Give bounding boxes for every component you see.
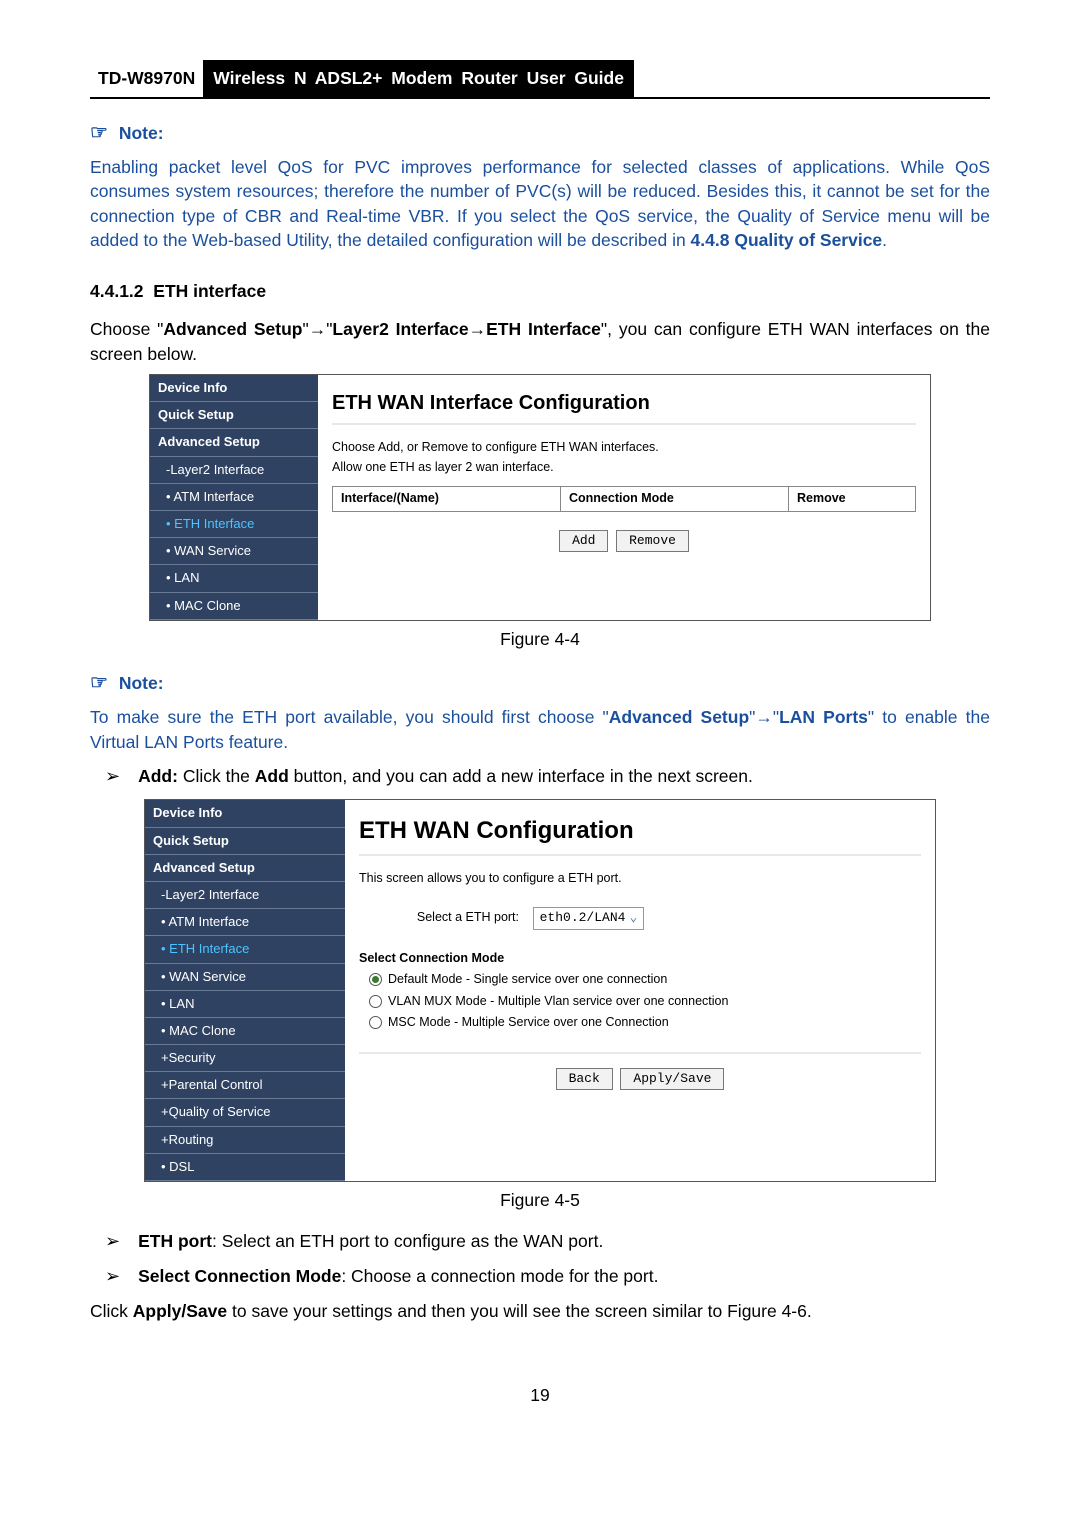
figure-caption: Figure 4-4 (90, 627, 990, 652)
pointing-hand-icon: ☞ (90, 122, 108, 144)
nav-item[interactable]: • DSL (145, 1154, 345, 1181)
panel-desc: This screen allows you to configure a ET… (359, 870, 921, 888)
section-number: 4.4.1.2 (90, 281, 144, 301)
select-mode-bullet: ➢ Select Connection Mode: Choose a conne… (105, 1264, 990, 1289)
arrow-icon: → (469, 319, 487, 339)
select-eth-label: Select a ETH port: (359, 909, 529, 927)
radio-msc-mode[interactable] (369, 1016, 382, 1029)
divider (359, 1052, 921, 1054)
nav-menu: Device Info Quick Setup Advanced Setup -… (145, 800, 345, 1181)
nav-item[interactable]: Device Info (150, 375, 318, 402)
triangle-bullet-icon: ➢ (105, 1264, 120, 1289)
intro-paragraph: Choose "Advanced Setup"→"Layer2 Interfac… (90, 317, 990, 366)
mode-header: Select Connection Mode (359, 950, 921, 968)
nav-item[interactable]: -Layer2 Interface (150, 457, 318, 484)
model-label: TD-W8970N (90, 62, 203, 95)
eth-port-select[interactable]: eth0.2/LAN4⌄ (533, 907, 645, 929)
triangle-bullet-icon: ➢ (105, 1229, 120, 1254)
mode-label: VLAN MUX Mode - Multiple Vlan service ov… (388, 994, 728, 1008)
nav-item[interactable]: Advanced Setup (150, 429, 318, 456)
nav-item[interactable]: -Layer2 Interface (145, 882, 345, 909)
guide-title: Wireless N ADSL2+ Modem Router User Guid… (203, 60, 634, 97)
nav-item[interactable]: • WAN Service (150, 538, 318, 565)
interface-table: Interface/(Name) Connection Mode Remove (332, 486, 916, 512)
nav-item[interactable]: • LAN (145, 991, 345, 1018)
panel-text: Choose Add, or Remove to configure ETH W… (332, 439, 916, 457)
nav-item[interactable]: +Routing (145, 1127, 345, 1154)
panel-title: ETH WAN Configuration (359, 814, 921, 848)
pointing-hand-icon: ☞ (90, 672, 108, 694)
arrow-icon: → (309, 319, 327, 339)
panel-text: Allow one ETH as layer 2 wan interface. (332, 459, 916, 477)
chevron-down-icon: ⌄ (629, 910, 637, 925)
remove-button[interactable]: Remove (616, 530, 689, 552)
th-interface: Interface/(Name) (333, 487, 561, 511)
note2-text: To make sure the ETH port available, you… (90, 705, 990, 754)
panel-title: ETH WAN Interface Configuration (332, 389, 916, 417)
triangle-bullet-icon: ➢ (105, 764, 120, 789)
nav-item[interactable]: • MAC Clone (145, 1018, 345, 1045)
nav-item[interactable]: • MAC Clone (150, 593, 318, 620)
th-remove: Remove (789, 487, 915, 511)
arrow-icon: → (755, 707, 773, 727)
divider (332, 423, 916, 425)
section-heading: 4.4.1.2 ETH interface (90, 279, 990, 304)
note-label: Note: (119, 123, 164, 143)
nav-item-active[interactable]: • ETH Interface (145, 936, 345, 963)
note-header: ☞ Note: (90, 669, 990, 697)
back-button[interactable]: Back (556, 1068, 613, 1090)
nav-item[interactable]: Device Info (145, 800, 345, 827)
note1-tail: . (882, 230, 887, 250)
nav-item[interactable]: Quick Setup (145, 828, 345, 855)
figure-4-4-screenshot: Device Info Quick Setup Advanced Setup -… (149, 374, 931, 621)
mode-label: MSC Mode - Multiple Service over one Con… (388, 1015, 669, 1029)
nav-item[interactable]: Advanced Setup (145, 855, 345, 882)
page-number: 19 (90, 1383, 990, 1408)
figure-caption: Figure 4-5 (90, 1188, 990, 1213)
nav-item-active[interactable]: • ETH Interface (150, 511, 318, 538)
mode-label: Default Mode - Single service over one c… (388, 972, 667, 986)
nav-item[interactable]: • ATM Interface (145, 909, 345, 936)
add-button[interactable]: Add (559, 530, 608, 552)
radio-default-mode[interactable] (369, 973, 382, 986)
nav-item[interactable]: +Quality of Service (145, 1099, 345, 1126)
nav-item[interactable]: +Security (145, 1045, 345, 1072)
nav-item[interactable]: • LAN (150, 565, 318, 592)
add-bullet: ➢ Add: Click the Add button, and you can… (105, 764, 990, 789)
divider (359, 854, 921, 856)
note-header: ☞ Note: (90, 119, 990, 147)
apply-save-button[interactable]: Apply/Save (620, 1068, 724, 1090)
nav-menu: Device Info Quick Setup Advanced Setup -… (150, 375, 318, 620)
doc-header: TD-W8970N Wireless N ADSL2+ Modem Router… (90, 60, 990, 99)
nav-item[interactable]: +Parental Control (145, 1072, 345, 1099)
nav-item[interactable]: • WAN Service (145, 964, 345, 991)
eth-port-bullet: ➢ ETH port: Select an ETH port to config… (105, 1229, 990, 1254)
th-mode: Connection Mode (561, 487, 789, 511)
figure-4-5-screenshot: Device Info Quick Setup Advanced Setup -… (144, 799, 936, 1182)
radio-vlan-mux-mode[interactable] (369, 995, 382, 1008)
note1-text: Enabling packet level QoS for PVC improv… (90, 155, 990, 253)
nav-item[interactable]: Quick Setup (150, 402, 318, 429)
note1-bold: 4.4.8 Quality of Service (691, 230, 883, 250)
note-label: Note: (119, 673, 164, 693)
closing-paragraph: Click Apply/Save to save your settings a… (90, 1299, 990, 1324)
nav-item[interactable]: • ATM Interface (150, 484, 318, 511)
section-title: ETH interface (153, 281, 266, 301)
